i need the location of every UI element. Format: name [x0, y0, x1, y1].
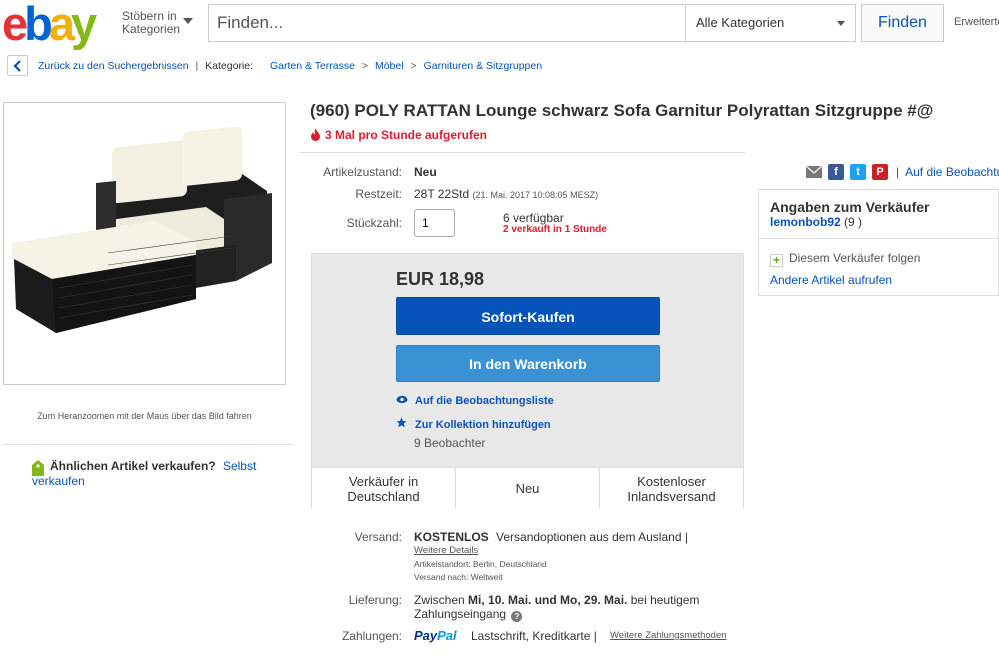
- shipping-value: KOSTENLOS Versandoptionen aus dem Auslan…: [414, 530, 688, 544]
- breadcrumb-chevron: >: [410, 60, 417, 72]
- category-select-value: Alle Kategorien: [696, 15, 785, 30]
- breadcrumb-separator: |: [195, 60, 199, 72]
- search-input[interactable]: [208, 4, 685, 42]
- watchers-count: 9 Beobachter: [414, 436, 486, 450]
- add-to-collection-link[interactable]: Zur Kollektion hinzufügen: [396, 417, 551, 431]
- back-to-results-link[interactable]: Zurück zu den Suchergebnissen: [38, 60, 189, 72]
- facebook-icon[interactable]: f: [828, 164, 844, 180]
- add-to-cart-button[interactable]: In den Warenkorb: [396, 345, 660, 382]
- chevron-left-icon: [13, 60, 21, 72]
- shipping-options: Versandoptionen aus dem Ausland |: [496, 530, 688, 544]
- buy-now-button[interactable]: Sofort-Kaufen: [396, 297, 660, 335]
- delivery-value: Zwischen Mi, 10. Mai. und Mo, 29. Mai. b…: [414, 593, 724, 622]
- available-count: 6 verfügbar: [503, 211, 564, 225]
- time-left-label: Restzeit:: [355, 187, 402, 201]
- follow-seller-button[interactable]: + Diesem Verkäufer folgen: [770, 251, 920, 267]
- star-icon: [396, 417, 408, 431]
- search-button[interactable]: Finden: [861, 4, 944, 42]
- chevron-down-icon: [837, 21, 845, 26]
- shipping-label: Versand:: [354, 530, 402, 544]
- email-icon[interactable]: [806, 166, 822, 178]
- sell-similar-question: Ähnlichen Artikel verkaufen?: [50, 459, 216, 473]
- seller-name-link[interactable]: lemonbob92: [770, 215, 841, 229]
- back-button[interactable]: [7, 55, 28, 76]
- breadcrumb-chevron: >: [361, 60, 369, 72]
- seller-info-box: Angaben zum Verkäufer lemonbob92 (9 ) + D…: [758, 189, 999, 296]
- price: EUR 18,98: [396, 269, 485, 289]
- breadcrumb-category-label: Kategorie:: [205, 60, 254, 72]
- shipping-details-link[interactable]: Weitere Details: [414, 545, 478, 556]
- ships-to: Versand nach: Weltweit: [414, 572, 503, 582]
- views-text: 3 Mal pro Stunde aufgerufen: [325, 128, 488, 142]
- feature-seller-location: Verkäufer in Deutschland: [312, 468, 456, 509]
- item-title: (960) POLY RATTAN Lounge schwarz Sofa Ga…: [310, 101, 934, 120]
- browse-chevron-down-icon[interactable]: [183, 18, 193, 24]
- browse-categories-button[interactable]: Stöbern in Kategorien: [122, 10, 182, 36]
- time-left: 28T 22Std (21. Mai. 2017 10:08:05 MESZ): [414, 187, 598, 201]
- quantity-input[interactable]: [414, 209, 455, 237]
- payment-label: Zahlungen:: [341, 629, 402, 643]
- share-separator: |: [896, 165, 900, 179]
- ebay-logo[interactable]: ebay: [2, 0, 97, 48]
- other-items-link[interactable]: Andere Artikel aufrufen: [770, 273, 892, 287]
- more-payment-methods-link[interactable]: Weitere Zahlungsmethoden: [610, 630, 727, 641]
- breadcrumb-item-furniture[interactable]: Möbel: [375, 60, 404, 72]
- buy-box: EUR 18,98 Sofort-Kaufen In den Warenkorb…: [311, 253, 744, 509]
- seller-heading: Angaben zum Verkäufer: [770, 199, 930, 215]
- views-alert: 3 Mal pro Stunde aufgerufen: [310, 128, 487, 142]
- twitter-icon[interactable]: t: [850, 164, 866, 180]
- follow-seller-label: Diesem Verkäufer folgen: [789, 251, 921, 265]
- breadcrumb-item-sets[interactable]: Garnituren & Sitzgruppen: [424, 60, 542, 72]
- feature-free-shipping: Kostenloser Inlandsversand: [627, 473, 716, 504]
- watchlist-top-link[interactable]: Auf die Beobachtu: [905, 165, 999, 179]
- end-date: (21. Mai. 2017 10:08:05 MESZ): [472, 190, 599, 200]
- paypal-logo: PayPal: [414, 628, 457, 643]
- seller-feedback[interactable]: (9 ): [844, 215, 862, 229]
- divider: [300, 152, 745, 153]
- sold-count: 2 verkauft in 1 Stunde: [503, 224, 607, 235]
- delivery-label: Lieferung:: [348, 593, 402, 607]
- delivery-range: Mi, 10. Mai. und Mo, 29. Mai.: [468, 593, 628, 607]
- divider: [3, 444, 293, 445]
- breadcrumb-item-garden[interactable]: Garten & Terrasse: [270, 60, 355, 72]
- pinterest-icon[interactable]: P: [872, 164, 888, 180]
- quantity-label: Stückzahl:: [346, 216, 402, 230]
- eye-icon: [396, 395, 408, 407]
- seller-name-row: lemonbob92 (9 ): [770, 215, 862, 229]
- zoom-hint: Zum Heranzoomen mit der Maus über das Bi…: [37, 411, 252, 421]
- feature-strip: Verkäufer in Deutschland Neu Kostenloser…: [312, 467, 743, 509]
- breadcrumb: Zurück zu den Suchergebnissen | Kategori…: [38, 60, 542, 72]
- time-left-value: 28T 22Std: [414, 187, 470, 201]
- tag-icon: [32, 460, 44, 476]
- product-image[interactable]: [3, 102, 286, 385]
- shipping-free: KOSTENLOS: [414, 530, 489, 544]
- share-bar: f t P | Auf die Beobachtu: [806, 164, 999, 180]
- feature-condition: Neu: [456, 468, 600, 509]
- help-icon[interactable]: ?: [511, 611, 523, 622]
- flame-icon: [311, 128, 320, 141]
- condition-label: Artikelzustand:: [323, 165, 402, 179]
- sell-similar: Ähnlichen Artikel verkaufen? Selbst verk…: [32, 459, 282, 489]
- item-location: Artikelstandort: Berlin, Deutschland: [414, 559, 547, 569]
- category-select[interactable]: Alle Kategorien: [685, 4, 856, 42]
- rattan-sofa-image: [12, 126, 272, 333]
- delivery-prefix: Zwischen: [414, 593, 465, 607]
- collection-label: Zur Kollektion hinzufügen: [415, 419, 551, 431]
- add-to-watchlist-link[interactable]: Auf die Beobachtungsliste: [396, 395, 554, 407]
- advanced-search-link[interactable]: Erweiterte: [954, 16, 999, 28]
- divider: [759, 238, 998, 239]
- watchlist-label: Auf die Beobachtungsliste: [415, 395, 554, 407]
- payment-methods: Lastschrift, Kreditkarte |: [471, 629, 597, 643]
- condition-value: Neu: [414, 165, 437, 179]
- plus-icon: +: [770, 254, 783, 267]
